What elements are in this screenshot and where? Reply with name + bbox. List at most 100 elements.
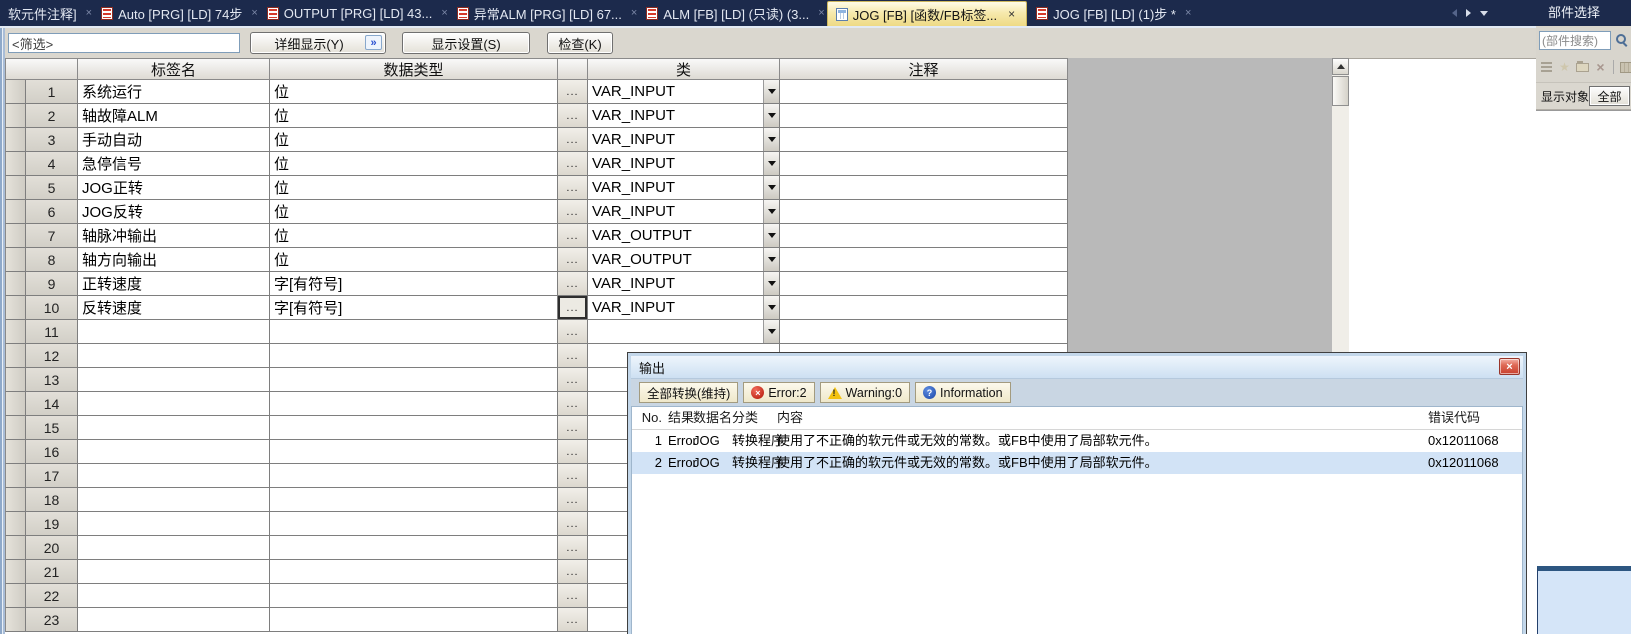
data-type-picker-button[interactable]: ...: [558, 176, 588, 200]
data-type-cell[interactable]: [270, 392, 558, 416]
label-name-cell[interactable]: [78, 320, 270, 344]
label-name-cell[interactable]: [78, 440, 270, 464]
class-dropdown-arrow-icon[interactable]: [763, 320, 779, 343]
row-number[interactable]: 5: [26, 176, 78, 200]
data-type-cell[interactable]: [270, 344, 558, 368]
data-type-picker-button[interactable]: ...: [558, 80, 588, 104]
output-row[interactable]: 1 Error JOG 转换程序 使用了不正确的软元件或无效的常数。或FB中使用…: [632, 430, 1522, 452]
row-number[interactable]: 12: [26, 344, 78, 368]
data-type-picker-button[interactable]: ...: [558, 488, 588, 512]
label-name-cell[interactable]: [78, 368, 270, 392]
next-tab-icon[interactable]: [1466, 9, 1471, 17]
row-handle[interactable]: [5, 416, 26, 440]
row-number[interactable]: 19: [26, 512, 78, 536]
row-handle[interactable]: [5, 128, 26, 152]
row-handle[interactable]: [5, 248, 26, 272]
row-handle[interactable]: [5, 536, 26, 560]
row-number[interactable]: 9: [26, 272, 78, 296]
element-search-input[interactable]: [1539, 31, 1611, 50]
row-number[interactable]: 22: [26, 584, 78, 608]
class-dropdown-arrow-icon[interactable]: [763, 128, 779, 151]
class-dropdown-arrow-icon[interactable]: [763, 200, 779, 223]
data-type-picker-button[interactable]: ...: [558, 104, 588, 128]
delete-x-icon[interactable]: [1593, 59, 1608, 75]
class-dropdown-arrow-icon[interactable]: [763, 224, 779, 247]
comment-cell[interactable]: [780, 224, 1068, 248]
row-handle[interactable]: [5, 80, 26, 104]
row-number[interactable]: 10: [26, 296, 78, 320]
data-type-picker-button[interactable]: ...: [558, 344, 588, 368]
label-name-cell[interactable]: [78, 416, 270, 440]
row-handle[interactable]: [5, 560, 26, 584]
row-number[interactable]: 11: [26, 320, 78, 344]
class-dropdown-arrow-icon[interactable]: [763, 248, 779, 271]
row-handle[interactable]: [5, 200, 26, 224]
close-icon[interactable]: [1499, 358, 1520, 375]
row-number[interactable]: 1: [26, 80, 78, 104]
row-number[interactable]: 20: [26, 536, 78, 560]
class-dropdown-arrow-icon[interactable]: [763, 152, 779, 175]
data-type-cell[interactable]: [270, 608, 558, 632]
folder-icon[interactable]: [1576, 63, 1589, 72]
data-type-cell[interactable]: 位: [270, 80, 558, 104]
row-number[interactable]: 8: [26, 248, 78, 272]
data-type-cell[interactable]: 位: [270, 152, 558, 176]
data-type-picker-button[interactable]: ...: [558, 584, 588, 608]
row-handle[interactable]: [5, 512, 26, 536]
var-class-cell[interactable]: [588, 320, 780, 344]
row-number[interactable]: 15: [26, 416, 78, 440]
row-number[interactable]: 16: [26, 440, 78, 464]
var-class-cell[interactable]: VAR_INPUT: [588, 272, 780, 296]
data-type-cell[interactable]: [270, 584, 558, 608]
data-type-picker-button[interactable]: ...: [558, 560, 588, 584]
var-class-cell[interactable]: VAR_OUTPUT: [588, 248, 780, 272]
data-type-picker-button[interactable]: ...: [558, 224, 588, 248]
row-number[interactable]: 7: [26, 224, 78, 248]
label-name-cell[interactable]: [78, 536, 270, 560]
comment-cell[interactable]: [780, 320, 1068, 344]
data-type-picker-button[interactable]: ...: [558, 464, 588, 488]
row-number[interactable]: 18: [26, 488, 78, 512]
row-number[interactable]: 17: [26, 464, 78, 488]
data-type-cell[interactable]: [270, 368, 558, 392]
document-tab[interactable]: JOG [FB] [函数/FB标签...: [827, 1, 1027, 26]
data-type-cell[interactable]: 字[有符号]: [270, 296, 558, 320]
data-type-picker-button[interactable]: ...: [558, 368, 588, 392]
data-type-cell[interactable]: 位: [270, 224, 558, 248]
label-name-cell[interactable]: 正转速度: [78, 272, 270, 296]
var-class-cell[interactable]: VAR_INPUT: [588, 152, 780, 176]
label-name-cell[interactable]: [78, 464, 270, 488]
label-name-cell[interactable]: 轴脉冲输出: [78, 224, 270, 248]
label-name-cell[interactable]: 轴方向输出: [78, 248, 270, 272]
row-handle[interactable]: [5, 272, 26, 296]
data-type-cell[interactable]: 位: [270, 200, 558, 224]
label-name-cell[interactable]: JOG反转: [78, 200, 270, 224]
row-handle[interactable]: [5, 176, 26, 200]
comment-cell[interactable]: [780, 128, 1068, 152]
label-name-cell[interactable]: [78, 560, 270, 584]
scrollbar-thumb[interactable]: [1332, 76, 1349, 106]
label-name-cell[interactable]: 系统运行: [78, 80, 270, 104]
document-tab[interactable]: OUTPUT [PRG] [LD] 43...: [259, 1, 441, 26]
row-handle[interactable]: [5, 344, 26, 368]
data-type-cell[interactable]: [270, 536, 558, 560]
row-number[interactable]: 21: [26, 560, 78, 584]
document-tab[interactable]: 异常ALM [PRG] [LD] 67...: [449, 1, 630, 26]
data-type-cell[interactable]: [270, 320, 558, 344]
label-name-cell[interactable]: [78, 344, 270, 368]
data-type-picker-button[interactable]: ...: [558, 320, 588, 344]
convert-mode-tab[interactable]: 全部转换(维持): [639, 382, 738, 403]
data-type-cell[interactable]: [270, 464, 558, 488]
label-name-cell[interactable]: 轴故障ALM: [78, 104, 270, 128]
data-type-picker-button[interactable]: ...: [558, 512, 588, 536]
label-name-cell[interactable]: 急停信号: [78, 152, 270, 176]
data-type-picker-button[interactable]: ...: [558, 296, 588, 320]
document-tab[interactable]: 软元件注释]: [0, 1, 85, 26]
row-handle[interactable]: [5, 464, 26, 488]
data-type-picker-button[interactable]: ...: [558, 272, 588, 296]
tab-list-icon[interactable]: [1480, 11, 1488, 16]
data-type-picker-button[interactable]: ...: [558, 248, 588, 272]
check-button[interactable]: 检查(K): [547, 32, 613, 54]
var-class-cell[interactable]: VAR_INPUT: [588, 200, 780, 224]
data-type-picker-button[interactable]: ...: [558, 152, 588, 176]
